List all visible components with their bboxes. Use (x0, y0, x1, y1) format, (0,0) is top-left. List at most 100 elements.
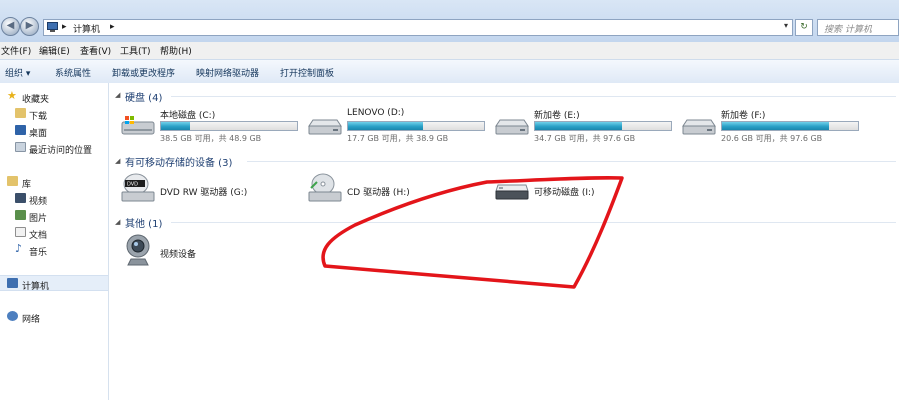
device-dvd-g[interactable]: DVD DVD RW 驱动器 (G:) (121, 173, 301, 207)
device-video-name: 视频设备 (160, 250, 197, 260)
open-control-panel-button[interactable]: 打开控制面板 (280, 66, 334, 79)
drive-e-name: 新加卷 (E:) (534, 111, 580, 121)
device-cd-h-name: CD 驱动器 (H:) (347, 188, 410, 198)
nav-network[interactable]: 网络 (0, 309, 108, 325)
video-icon (15, 193, 26, 203)
back-button[interactable]: ◀ (1, 17, 20, 36)
menu-file[interactable]: 文件(F) (1, 44, 31, 57)
webcam-icon (126, 234, 150, 266)
drive-c-usage-fill (161, 122, 190, 130)
address-dropdown-icon[interactable]: ▾ (784, 21, 788, 30)
drive-d[interactable]: LENOVO (D:) 17.7 GB 可用，共 38.9 GB (308, 108, 488, 144)
search-input[interactable]: 搜索 计算机 (817, 19, 899, 36)
nav-favorites-label: 收藏夹 (22, 95, 50, 105)
dvd-drive-icon: DVD (121, 173, 155, 202)
drive-c-name: 本地磁盘 (C:) (160, 111, 216, 121)
refresh-button[interactable]: ↻ (795, 19, 813, 36)
group-title-removable[interactable]: 有可移动存储的设备 (3) (125, 154, 232, 169)
hard-drive-icon (495, 119, 529, 135)
nav-computer[interactable]: 计算机 (0, 275, 108, 292)
menu-help[interactable]: 帮助(H) (160, 44, 192, 57)
group-divider (171, 96, 896, 97)
drive-e-usage-fill (535, 122, 623, 130)
nav-pictures[interactable]: 图片 (0, 208, 108, 224)
command-toolbar: 组织 ▾ 系统属性 卸载或更改程序 映射网络驱动器 打开控制面板 (0, 59, 899, 84)
drive-d-usage-fill (348, 122, 423, 130)
device-removable-i[interactable]: 可移动磁盘 (I:) (495, 173, 675, 207)
organize-button[interactable]: 组织 ▾ (5, 66, 30, 79)
recent-places-icon (15, 142, 26, 152)
group-title-hdd[interactable]: 硬盘 (4) (125, 89, 162, 104)
drive-f-usage-fill (722, 122, 830, 130)
menu-edit[interactable]: 编辑(E) (39, 44, 70, 57)
collapse-icon[interactable]: ◢ (115, 218, 120, 226)
nav-downloads[interactable]: 下载 (0, 106, 108, 122)
map-network-drive-button[interactable]: 映射网络驱动器 (196, 66, 259, 79)
drive-c-size: 38.5 GB 可用，共 48.9 GB (160, 134, 262, 143)
drive-d-size: 17.7 GB 可用，共 38.9 GB (347, 134, 449, 143)
nav-desktop-label: 桌面 (29, 129, 48, 139)
forward-button[interactable]: ▶ (20, 17, 39, 36)
cd-drive-icon (308, 173, 342, 202)
windows-drive-icon (121, 116, 155, 135)
nav-music-label: 音乐 (29, 248, 48, 258)
computer-icon (7, 278, 18, 288)
drive-f[interactable]: 新加卷 (F:) 20.6 GB 可用，共 97.6 GB (682, 108, 862, 144)
nav-downloads-label: 下载 (29, 112, 48, 122)
system-properties-button[interactable]: 系统属性 (55, 66, 91, 79)
address-bar-row: ◀ ▶ ▸ 计算机 ▸ ▾ ↻ 搜索 计算机 (0, 0, 899, 43)
drive-d-name: LENOVO (D:) (347, 108, 405, 118)
star-icon: ★ (7, 89, 17, 102)
nav-pictures-label: 图片 (29, 214, 48, 224)
drive-f-name: 新加卷 (F:) (721, 111, 766, 121)
drive-e[interactable]: 新加卷 (E:) 34.7 GB 可用，共 97.6 GB (495, 108, 675, 144)
nav-documents-label: 文档 (29, 231, 48, 241)
drive-e-size: 34.7 GB 可用，共 97.6 GB (534, 134, 636, 143)
uninstall-program-button[interactable]: 卸载或更改程序 (112, 66, 175, 79)
address-input[interactable]: ▸ 计算机 ▸ ▾ (43, 19, 793, 36)
document-icon (15, 227, 26, 237)
nav-libraries-label: 库 (22, 180, 32, 190)
hard-drive-icon (308, 119, 342, 135)
nav-recent-label: 最近访问的位置 (29, 146, 93, 156)
breadcrumb-separator: ▸ (62, 22, 67, 32)
drive-e-usage-bar (534, 121, 672, 131)
drive-d-usage-bar (347, 121, 485, 131)
menu-tools[interactable]: 工具(T) (120, 44, 151, 57)
nav-recent[interactable]: 最近访问的位置 (0, 140, 108, 156)
drive-f-usage-bar (721, 121, 859, 131)
breadcrumb-separator: ▸ (110, 22, 115, 32)
picture-icon (15, 210, 26, 220)
hard-drive-icon (682, 119, 716, 135)
nav-network-label: 网络 (22, 315, 41, 325)
collapse-icon[interactable]: ◢ (115, 91, 120, 99)
download-folder-icon (15, 108, 26, 118)
nav-music[interactable]: ♪ 音乐 (0, 242, 108, 258)
nav-videos[interactable]: 视频 (0, 191, 108, 207)
device-dvd-g-name: DVD RW 驱动器 (G:) (160, 188, 248, 198)
nav-documents[interactable]: 文档 (0, 225, 108, 241)
drive-c-usage-bar (160, 121, 298, 131)
music-icon: ♪ (15, 242, 23, 255)
nav-desktop[interactable]: 桌面 (0, 123, 108, 139)
nav-libraries[interactable]: 库 (0, 174, 108, 190)
breadcrumb-computer[interactable]: 计算机 (73, 22, 100, 35)
drive-c[interactable]: 本地磁盘 (C:) 38.5 GB 可用，共 48.9 GB (121, 108, 301, 144)
computer-icon (47, 22, 58, 32)
svg-text:DVD: DVD (127, 182, 138, 188)
navigation-pane: ★ 收藏夹 下载 桌面 最近访问的位置 库 视频 图片 文档 ♪ 音乐 计算机 … (0, 83, 109, 400)
device-cd-h[interactable]: CD 驱动器 (H:) (308, 173, 488, 207)
menu-bar: 文件(F) 编辑(E) 查看(V) 工具(T) 帮助(H) (0, 42, 899, 59)
group-title-other[interactable]: 其他 (1) (125, 215, 162, 230)
menu-view[interactable]: 查看(V) (80, 44, 111, 57)
removable-disk-icon (495, 184, 529, 200)
forward-arrow-icon: ▶ (25, 20, 34, 31)
nav-videos-label: 视频 (29, 197, 48, 207)
network-icon (7, 311, 18, 321)
refresh-icon: ↻ (800, 22, 808, 32)
nav-favorites[interactable]: ★ 收藏夹 (0, 89, 108, 105)
device-video[interactable]: 视频设备 (121, 233, 301, 271)
collapse-icon[interactable]: ◢ (115, 157, 120, 165)
content-pane: ◢ 硬盘 (4) 本地磁盘 (C:) 38.5 GB 可用，共 48.9 GB … (109, 83, 899, 400)
device-removable-i-name: 可移动磁盘 (I:) (534, 188, 595, 198)
